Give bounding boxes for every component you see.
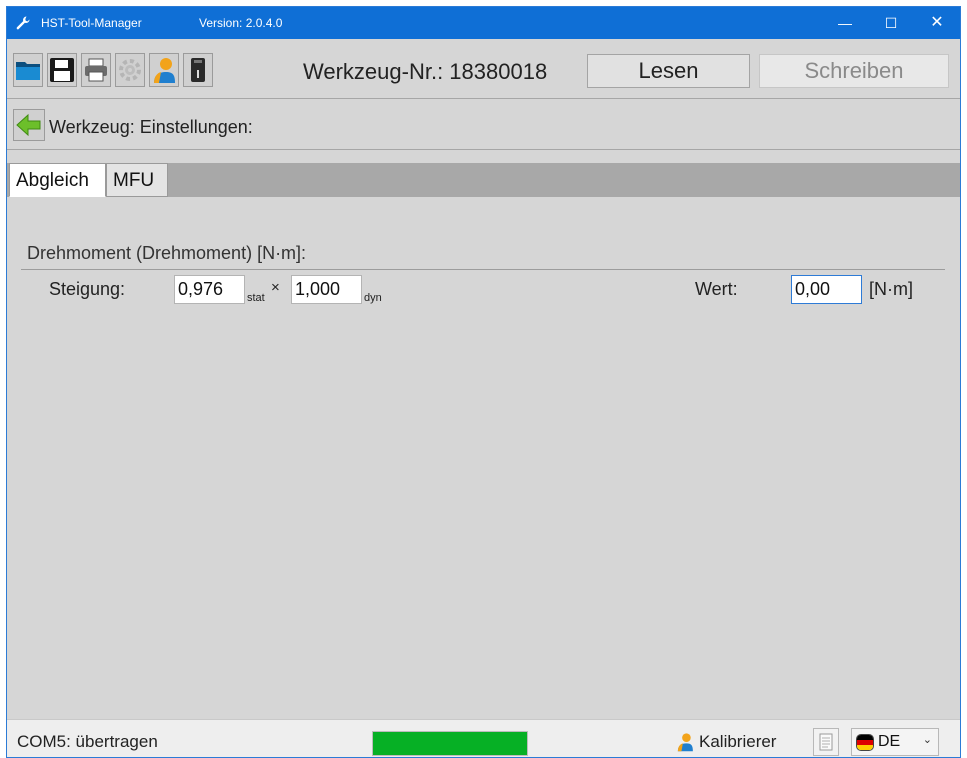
- print-button[interactable]: [81, 53, 111, 87]
- language-code: DE: [878, 733, 901, 750]
- maximize-button[interactable]: ☐: [868, 7, 914, 39]
- language-select[interactable]: DE ⌄: [851, 728, 939, 756]
- group-divider: [21, 269, 945, 270]
- toolbar-divider: [7, 98, 960, 99]
- usb-device-icon: [191, 58, 205, 82]
- usb-button[interactable]: [183, 53, 213, 87]
- user-indicator[interactable]: Kalibrierer: [675, 730, 776, 754]
- chevron-down-icon: ⌄: [922, 734, 932, 746]
- tab-strip: Abgleich MFU: [7, 163, 960, 197]
- title-bar: HST-Tool-Manager Version: 2.0.4.0 — ☐ ✕: [7, 7, 960, 39]
- minimize-button[interactable]: —: [822, 7, 868, 39]
- close-button[interactable]: ✕: [914, 7, 960, 39]
- stat-subscript: stat: [247, 292, 265, 304]
- status-text: COM5: übertragen: [17, 732, 158, 751]
- read-button[interactable]: Lesen: [587, 54, 750, 88]
- back-arrow-icon: [16, 113, 41, 137]
- open-button[interactable]: [13, 53, 43, 87]
- value-label: Wert:: [695, 279, 738, 299]
- group-title: Drehmoment (Drehmoment) [N·m]:: [27, 243, 307, 263]
- tool-number-label: Werkzeug-Nr.: 18380018: [303, 59, 548, 84]
- log-button[interactable]: [813, 728, 839, 756]
- app-window: HST-Tool-Manager Version: 2.0.4.0 — ☐ ✕: [6, 6, 961, 758]
- app-title: HST-Tool-Manager: [41, 16, 142, 30]
- german-flag-icon: [856, 734, 874, 751]
- app-version: Version: 2.0.4.0: [199, 16, 283, 30]
- progress-bar: [372, 731, 528, 756]
- settings-button[interactable]: [115, 53, 145, 87]
- settings-icon: [119, 59, 141, 81]
- user-button[interactable]: [149, 53, 179, 87]
- tab-abgleich[interactable]: Abgleich: [9, 163, 106, 197]
- save-icon: [50, 58, 74, 82]
- document-icon: [819, 733, 833, 751]
- write-button[interactable]: Schreiben: [759, 54, 949, 88]
- slope-label: Steigung:: [49, 279, 126, 299]
- progress-fill: [373, 732, 527, 755]
- times-sign: ×: [271, 279, 280, 296]
- back-button[interactable]: [13, 109, 45, 141]
- toolbar: Werkzeug-Nr.: 18380018 Lesen Schreiben: [7, 39, 960, 96]
- user-icon: [677, 733, 693, 752]
- user-icon: [154, 58, 175, 83]
- wrench-icon: [16, 16, 30, 30]
- slope-dyn-input[interactable]: [291, 275, 362, 304]
- status-bar: COM5: übertragen Kalibrierer DE ⌄: [7, 719, 960, 757]
- save-button[interactable]: [47, 53, 77, 87]
- open-folder-icon: [16, 62, 40, 80]
- unit-label: [N·m]: [869, 279, 913, 299]
- print-icon: [85, 58, 107, 82]
- value-input[interactable]: [791, 275, 862, 304]
- tab-mfu[interactable]: MFU: [106, 163, 168, 197]
- slope-stat-input[interactable]: [174, 275, 245, 304]
- section-title: Werkzeug: Einstellungen:: [49, 117, 253, 137]
- section-divider: [7, 149, 960, 150]
- user-label: Kalibrierer: [699, 732, 777, 751]
- dyn-subscript: dyn: [364, 292, 382, 304]
